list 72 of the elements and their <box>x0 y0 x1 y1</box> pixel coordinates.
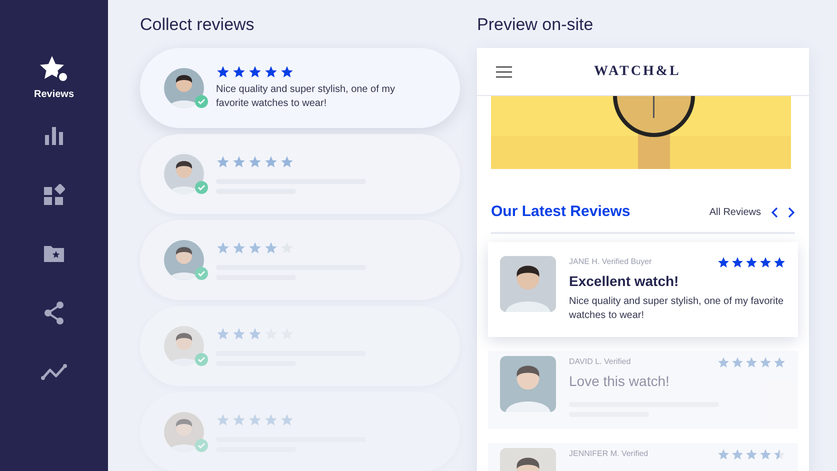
starred-folder-icon <box>43 244 65 263</box>
star-icon <box>216 326 230 340</box>
star-icon <box>264 412 278 426</box>
star-icon <box>745 256 758 268</box>
apps-icon <box>43 184 65 206</box>
star-icon <box>264 65 278 79</box>
reviewer-name: DAVID L. Verified <box>569 356 631 368</box>
star-icon <box>216 240 230 254</box>
star-icon <box>264 154 278 168</box>
star-icon <box>216 154 230 168</box>
menu-icon[interactable] <box>496 66 512 78</box>
star-icon <box>280 412 294 426</box>
review-text: Nice quality and super stylish, one of my favorite watches to wear! <box>569 294 785 322</box>
avatar <box>164 68 204 108</box>
verified-check-icon <box>195 353 208 366</box>
star-icon <box>248 65 262 79</box>
star-icon <box>280 154 294 168</box>
star-icon <box>773 356 786 368</box>
section-heading: Preview on-site <box>477 14 594 36</box>
previous-icon[interactable] <box>771 206 778 218</box>
avatar <box>500 356 556 412</box>
star-icon <box>232 412 246 426</box>
all-reviews-link[interactable]: All Reviews <box>709 204 761 220</box>
avatar <box>164 154 204 194</box>
trend-line-icon <box>41 362 67 380</box>
review-card[interactable]: Nice quality and super stylish, one of my favorite watches to wear! <box>140 48 460 128</box>
star-icon <box>759 448 772 460</box>
half-star-icon <box>773 448 786 460</box>
review-title: Love this watch! <box>569 372 670 390</box>
verified-check-icon <box>195 267 208 280</box>
next-icon[interactable] <box>788 206 795 218</box>
star-icon <box>731 256 744 268</box>
review-title: Excellent watch! <box>569 272 680 290</box>
star-icon <box>759 356 772 368</box>
star-icon <box>216 412 230 426</box>
star-icon <box>759 256 772 268</box>
star-icon <box>717 256 730 268</box>
star-icon <box>745 356 758 368</box>
verified-check-icon <box>195 95 208 108</box>
star-icon <box>731 448 744 460</box>
star-icon <box>232 65 246 79</box>
reviewer-name: JENNIFER M. Verified <box>569 448 648 460</box>
star-icon <box>717 448 730 460</box>
reviewer-name: JANE H. Verified Buyer <box>569 256 652 268</box>
star-icon <box>216 65 230 79</box>
verified-check-icon <box>195 181 208 194</box>
verified-check-icon <box>195 439 208 452</box>
star-icon <box>745 448 758 460</box>
star-icon <box>248 154 262 168</box>
star-icon <box>731 356 744 368</box>
logo: WATCH&L <box>594 63 681 81</box>
star-icon <box>773 256 786 268</box>
avatar <box>164 240 204 280</box>
star-icon <box>280 65 294 79</box>
star-icon <box>248 326 262 340</box>
star-icon <box>232 326 246 340</box>
star-icon <box>248 240 262 254</box>
bar-chart-icon <box>44 126 64 146</box>
star-icon <box>717 356 730 368</box>
avatar <box>164 412 204 452</box>
star-icon <box>248 412 262 426</box>
section-heading: Collect reviews <box>140 14 256 36</box>
star-icon <box>39 54 69 82</box>
avatar <box>164 326 204 366</box>
star-icon <box>232 154 246 168</box>
star-icon <box>264 240 278 254</box>
reviews-heading: Our Latest Reviews <box>491 202 630 222</box>
share-icon <box>43 300 65 324</box>
review-text: Nice quality and super stylish, one of my favorite watches to wear! <box>216 83 396 111</box>
sidebar-item[interactable]: Reviews <box>14 50 94 106</box>
avatar <box>500 256 556 312</box>
star-icon <box>232 240 246 254</box>
